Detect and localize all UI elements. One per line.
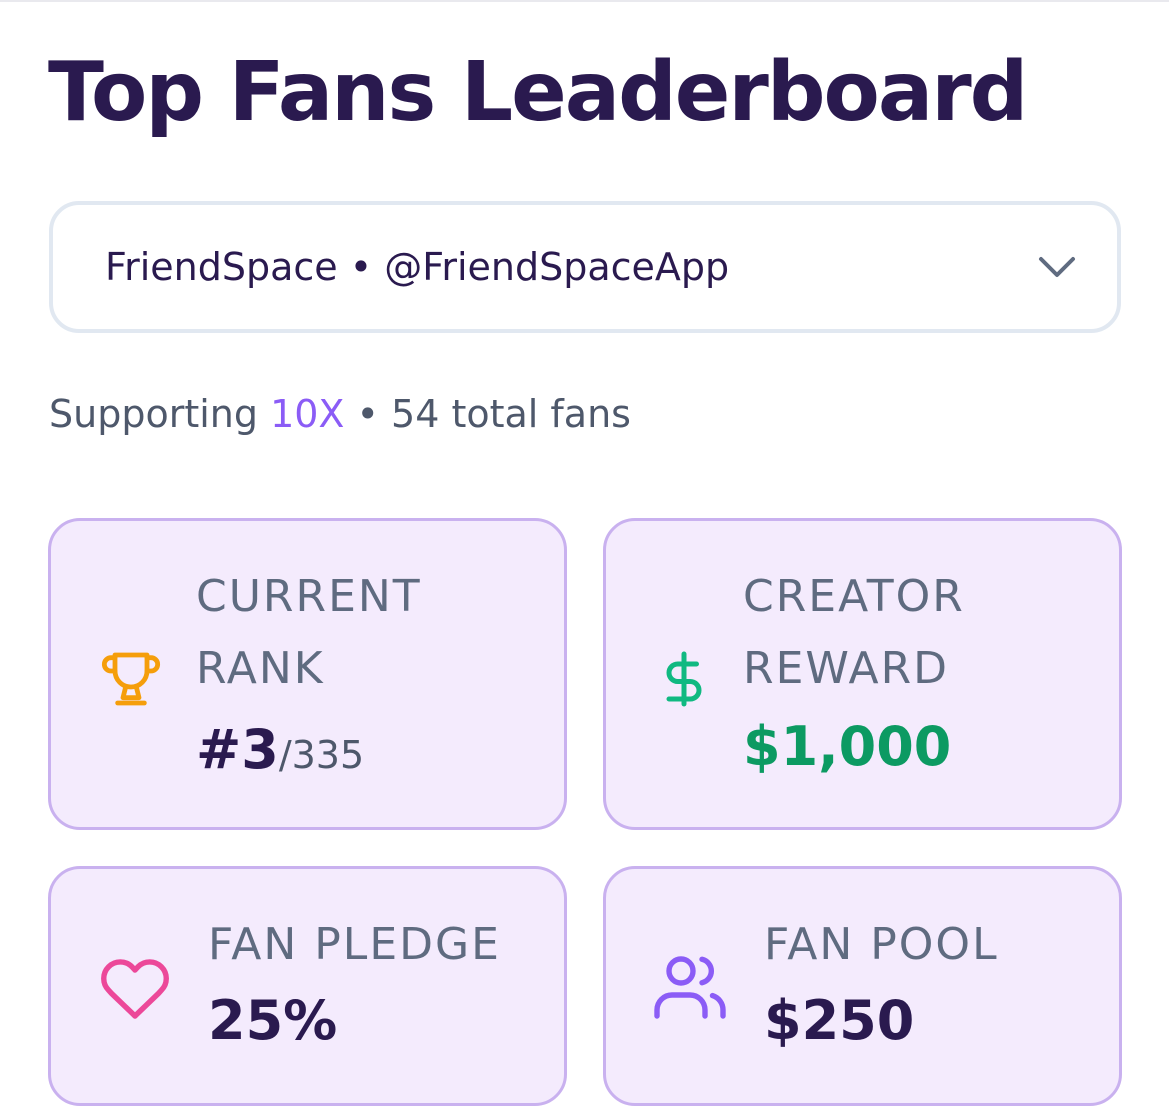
users-icon (654, 953, 726, 1019)
page-title: Top Fans Leaderboard (48, 45, 1028, 140)
creator-reward-card: CREATOR REWARD $1,000 (603, 518, 1122, 830)
fan-pledge-card: FAN PLEDGE 25% (48, 866, 567, 1106)
support-prefix: Supporting (49, 392, 271, 436)
creator-reward-label: CREATOR REWARD (743, 561, 965, 705)
creator-reward-label-line1: CREATOR (743, 571, 965, 622)
fan-pledge-value: 25% (208, 989, 338, 1052)
creator-select-value: FriendSpace • @FriendSpaceApp (105, 245, 730, 289)
fan-pool-value: $250 (764, 989, 915, 1052)
current-rank-label-line2: RANK (196, 643, 325, 694)
creator-reward-value: $1,000 (743, 715, 952, 778)
dollar-icon (654, 647, 714, 711)
heart-icon (99, 953, 171, 1019)
current-rank-card: CURRENT RANK #3/335 (48, 518, 567, 830)
trophy-icon (99, 647, 163, 711)
chevron-down-icon (1037, 247, 1077, 287)
leaderboard-page: Top Fans Leaderboard FriendSpace • @Frie… (0, 0, 1169, 1118)
current-rank-total: /335 (278, 733, 365, 777)
fan-pool-label: FAN POOL (764, 919, 999, 970)
fan-pool-card: FAN POOL $250 (603, 866, 1122, 1106)
creator-select[interactable]: FriendSpace • @FriendSpaceApp (49, 201, 1121, 333)
creator-reward-label-line2: REWARD (743, 643, 950, 694)
support-multiplier: 10X (270, 392, 345, 436)
support-summary: Supporting 10X • 54 total fans (49, 392, 631, 436)
support-suffix: • 54 total fans (344, 392, 631, 436)
current-rank-value-group: #3/335 (196, 718, 364, 781)
current-rank-label-line1: CURRENT (196, 571, 422, 622)
current-rank-value: #3 (196, 718, 279, 781)
current-rank-label: CURRENT RANK (196, 561, 422, 705)
fan-pledge-label: FAN PLEDGE (208, 919, 501, 970)
